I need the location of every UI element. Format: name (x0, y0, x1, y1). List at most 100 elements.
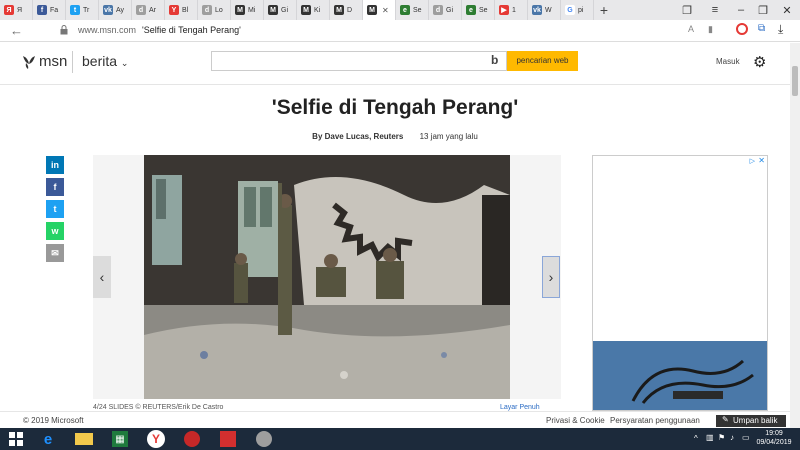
browser-tab[interactable]: f Fa (33, 0, 66, 20)
email-icon: ✉ (51, 247, 59, 258)
share-twitter-button[interactable]: t (46, 200, 64, 218)
browser-tab[interactable]: MD (330, 0, 363, 20)
war-ruin-photo (144, 155, 510, 399)
media-app-icon[interactable] (180, 430, 204, 448)
chevron-right-icon: › (548, 269, 554, 285)
browser-tab[interactable]: M Gi (264, 0, 297, 20)
tray-chevron-icon[interactable]: ^ (694, 434, 698, 443)
copyright: © 2019 Microsoft (23, 416, 84, 425)
excel-icon[interactable]: ▦ (108, 430, 132, 448)
share-email-button[interactable]: ✉ (46, 244, 64, 262)
header-divider (72, 51, 73, 73)
extension-icon[interactable]: ⧉ (758, 23, 765, 34)
network-icon[interactable]: ▥ (706, 433, 714, 442)
ad-product-image (593, 341, 767, 410)
tab-label: Se (479, 6, 488, 14)
file-explorer-icon[interactable] (72, 430, 96, 448)
browser-tab[interactable]: Y Bl (165, 0, 198, 20)
tabs-manager-icon[interactable]: ❐ (676, 0, 698, 20)
facebook-icon: f (53, 182, 57, 192)
browser-tab[interactable]: M ✕ (363, 0, 396, 20)
new-tab-button[interactable]: + (594, 2, 614, 18)
fullscreen-link[interactable]: Layar Penuh (500, 404, 540, 411)
address-bar: ← www.msn.com 'Selfie di Tengah Perang' … (0, 20, 800, 42)
gear-icon[interactable]: ⚙ (753, 53, 766, 71)
privacy-link[interactable]: Privasi & Cookie (546, 416, 605, 425)
browser-tab[interactable]: ЯЯ (0, 0, 33, 20)
menu-icon[interactable]: ≡ (704, 0, 726, 20)
browser-tab[interactable]: ▶ 1 (495, 0, 528, 20)
battery-icon[interactable]: ▭ (742, 433, 750, 442)
search-input[interactable] (211, 51, 507, 71)
tab-label: Se (413, 6, 422, 14)
msn-header: msn berita ⌄ b pencarian web Masuk ⚙ (0, 43, 790, 85)
section-menu[interactable]: berita ⌄ (82, 53, 128, 69)
browser-tab[interactable]: vk W (528, 0, 561, 20)
browser-tab[interactable]: Gpi (561, 0, 594, 20)
browser-tab[interactable]: e Se (462, 0, 495, 20)
scrollbar-thumb[interactable] (792, 66, 798, 96)
taskbar-clock[interactable]: 19:09 09/04/2019 (754, 429, 794, 447)
tab-favicon-icon: e (400, 5, 410, 15)
share-whatsapp-button[interactable]: w (46, 222, 64, 240)
chevron-left-icon: ‹ (99, 269, 105, 285)
download-icon[interactable]: ⤓ (778, 22, 783, 37)
terms-link[interactable]: Persyaratan penggunaan (610, 416, 700, 425)
url-domain[interactable]: www.msn.com (78, 25, 136, 35)
signin-link[interactable]: Masuk (716, 57, 740, 66)
scrollbar[interactable] (790, 43, 800, 428)
chevron-down-icon: ⌄ (120, 58, 129, 68)
browser-tab[interactable]: t Tr (66, 0, 99, 20)
browser-tab[interactable]: M Ki (297, 0, 330, 20)
slide-photo[interactable] (144, 155, 510, 399)
windows-logo-icon (9, 432, 23, 446)
tab-label: D (347, 6, 353, 14)
browser-tab[interactable]: M Mi (231, 0, 264, 20)
protect-icon[interactable] (736, 23, 748, 35)
ie-icon[interactable]: e (36, 430, 60, 448)
bing-icon: b (491, 53, 499, 67)
tab-label: Ay (116, 6, 125, 14)
volume-icon[interactable]: ♪ (730, 433, 734, 442)
close-tab-icon[interactable]: ✕ (382, 6, 389, 15)
advertisement[interactable]: ▷ ✕ (592, 155, 768, 411)
tools-app-icon[interactable] (252, 430, 276, 448)
tab-label: pi (578, 6, 584, 14)
close-window-icon[interactable]: ✕ (776, 0, 798, 20)
tab-label: Lo (215, 6, 223, 14)
yandex-browser-icon[interactable]: Y (144, 430, 168, 448)
tab-favicon-icon: M (268, 5, 278, 15)
windows-start-icon[interactable] (4, 430, 28, 448)
browser-tab[interactable]: d Lo (198, 0, 231, 20)
tab-favicon-icon: Y (169, 5, 179, 15)
prev-slide-button[interactable]: ‹ (93, 256, 111, 298)
feedback-label: Umpan balik (733, 416, 778, 425)
msn-logo-text: msn (39, 53, 68, 70)
web-search-button[interactable]: pencarian web (507, 51, 578, 71)
back-icon[interactable]: ← (10, 23, 23, 38)
flag-icon[interactable]: ⚑ (718, 433, 725, 442)
bookmark-icon[interactable]: ▮ (708, 24, 713, 35)
author[interactable]: By Dave Lucas, Reuters (312, 132, 403, 141)
share-linkedin-button[interactable]: in (46, 156, 64, 174)
close-ad-icon[interactable]: ✕ (758, 156, 765, 165)
browser-tab[interactable]: e Se (396, 0, 429, 20)
adchoices-icon[interactable]: ▷ (750, 157, 755, 165)
browser-tab[interactable]: d Ar (132, 0, 165, 20)
next-slide-button[interactable]: › (542, 256, 560, 298)
url-page-title[interactable]: 'Selfie di Tengah Perang' (142, 25, 241, 35)
minimize-icon[interactable]: – (730, 0, 752, 20)
browser-tab[interactable]: vk Ay (99, 0, 132, 20)
tab-favicon-icon: d (136, 5, 146, 15)
twitter-icon: t (53, 204, 57, 214)
maximize-icon[interactable]: ❐ (752, 0, 774, 20)
red-app-icon[interactable] (216, 430, 240, 448)
msn-logo[interactable]: msn (22, 53, 67, 70)
tab-favicon-icon: M (301, 5, 311, 15)
tab-label: Gi (446, 6, 453, 14)
tab-label: 1 (512, 6, 516, 14)
share-facebook-button[interactable]: f (46, 178, 64, 196)
tab-favicon-icon: d (202, 5, 212, 15)
browser-tab[interactable]: d Gi (429, 0, 462, 20)
translate-icon[interactable]: A (688, 24, 694, 34)
